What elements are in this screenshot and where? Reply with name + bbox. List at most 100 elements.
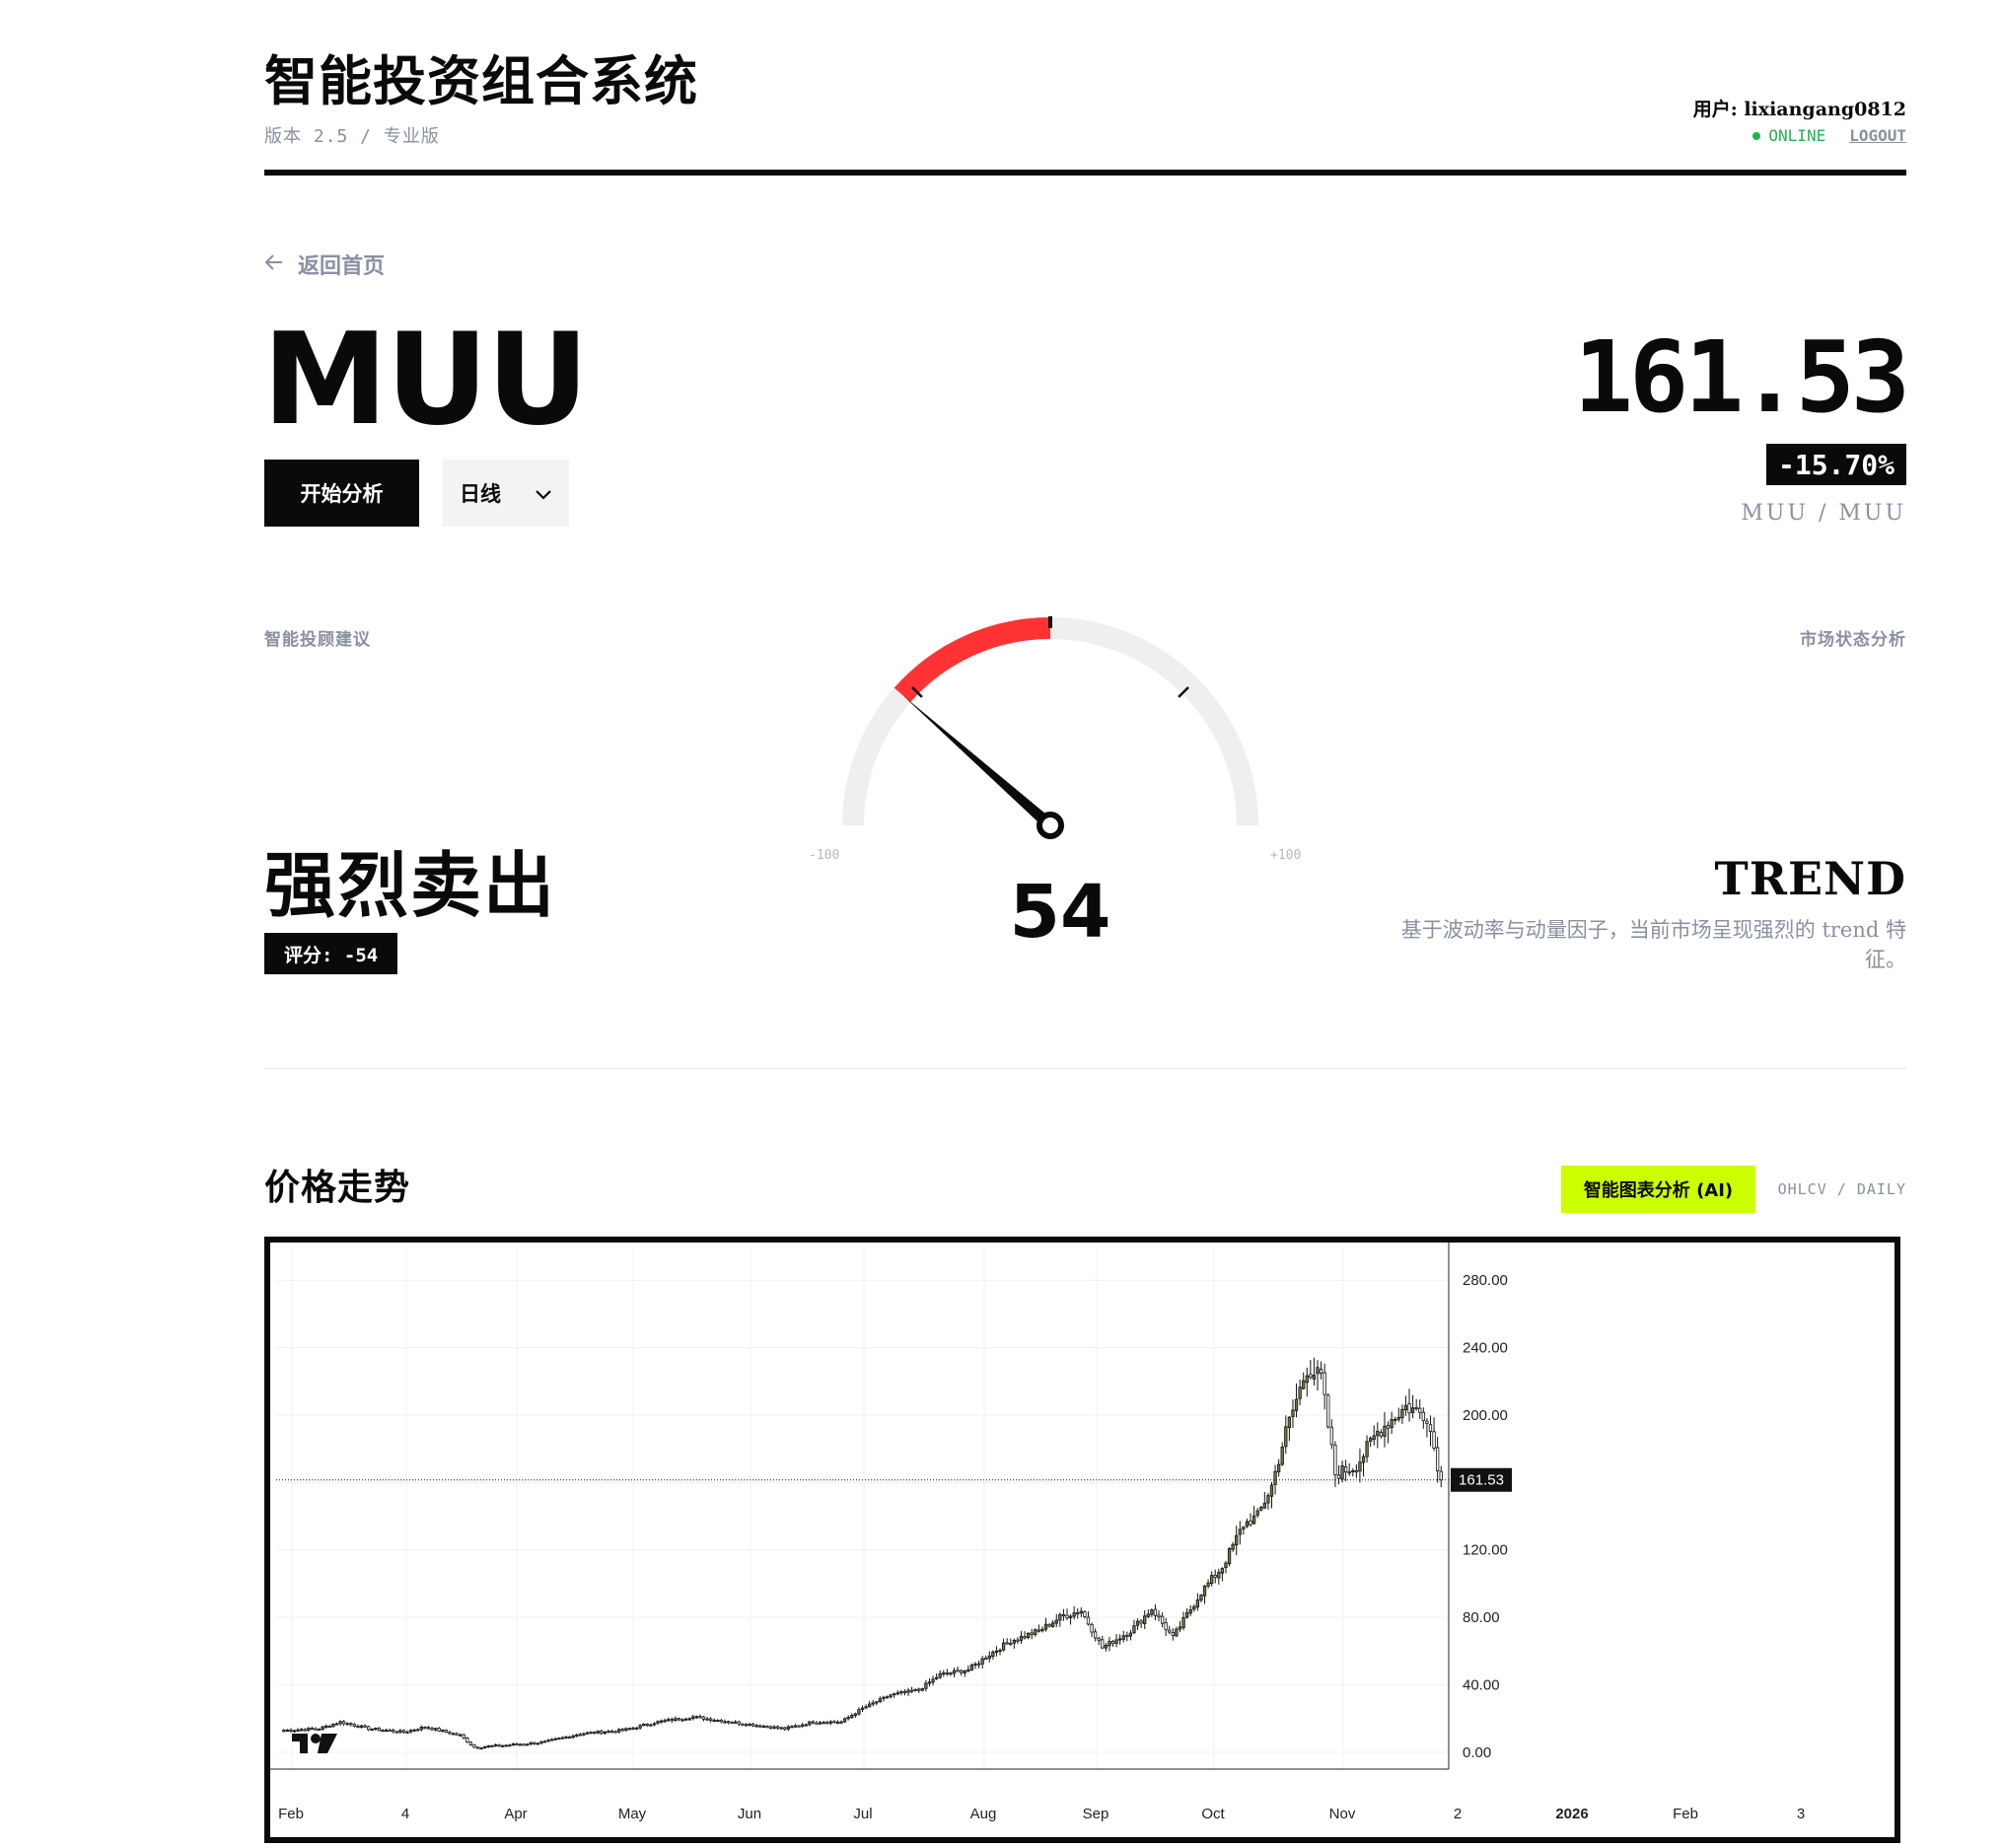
interval-select-value: 日线 [460, 481, 501, 506]
candle [1354, 1470, 1359, 1473]
candle [677, 1718, 681, 1721]
candle [398, 1730, 402, 1733]
y-tick-label: 200.00 [1463, 1407, 1508, 1424]
candle [1072, 1612, 1076, 1617]
candle [828, 1721, 832, 1724]
candle [525, 1743, 530, 1746]
candle [327, 1725, 331, 1728]
interval-select[interactable]: 日线 [443, 460, 569, 527]
back-home-link[interactable]: 返回首页 [264, 249, 385, 280]
ai-chart-analysis-button[interactable]: 智能图表分析 (AI) [1561, 1166, 1755, 1213]
candle [468, 1741, 473, 1745]
candle [1351, 1469, 1355, 1472]
candle [652, 1723, 657, 1726]
candle [765, 1726, 769, 1729]
candle [694, 1716, 699, 1719]
candle [292, 1730, 297, 1733]
candle [868, 1703, 872, 1708]
candle [818, 1722, 822, 1725]
candle [374, 1728, 378, 1731]
candle [768, 1726, 773, 1729]
candle [441, 1730, 445, 1733]
candle [683, 1718, 688, 1721]
candle [1125, 1634, 1129, 1637]
candle [1269, 1484, 1274, 1497]
candle [1410, 1407, 1415, 1413]
x-tick-label: Jul [853, 1806, 872, 1822]
candle [1146, 1613, 1150, 1617]
candle [1188, 1609, 1192, 1614]
candle [864, 1706, 868, 1709]
candle [1376, 1431, 1380, 1437]
candle [663, 1720, 667, 1723]
candle [998, 1650, 1002, 1653]
candle [1023, 1636, 1027, 1639]
candle [366, 1726, 371, 1731]
gauge-fill [894, 617, 1051, 703]
x-tick-label: Jun [738, 1806, 761, 1822]
candle [289, 1729, 293, 1732]
candle [314, 1728, 318, 1731]
x-tick-label: 4 [401, 1806, 409, 1822]
candle [1418, 1407, 1422, 1413]
candle [490, 1744, 494, 1747]
candle [909, 1689, 914, 1692]
candle [377, 1728, 382, 1732]
candle [1076, 1611, 1080, 1614]
user-label: 用户: lixiangang0812 [1692, 99, 1906, 120]
candle [638, 1725, 642, 1729]
candle [1121, 1635, 1125, 1640]
gauge-hub [1037, 812, 1064, 839]
candle [719, 1720, 724, 1723]
candle [920, 1688, 924, 1691]
candle [1403, 1404, 1408, 1411]
candle [853, 1713, 857, 1717]
candle [1280, 1447, 1284, 1465]
candle [987, 1655, 991, 1659]
candle [592, 1732, 597, 1735]
candle [1235, 1534, 1239, 1546]
candle [642, 1724, 646, 1727]
candle [976, 1663, 981, 1666]
candle [444, 1730, 449, 1733]
candle [550, 1739, 554, 1741]
candle [1213, 1574, 1217, 1578]
candle [1361, 1456, 1366, 1463]
logout-link[interactable]: LOGOUT [1849, 126, 1906, 145]
candle [1220, 1568, 1225, 1574]
candle [878, 1698, 883, 1702]
candle [345, 1723, 349, 1726]
online-status-text: ONLINE [1768, 126, 1826, 145]
price-chart[interactable]: 280.00240.00200.00160.00120.0080.0040.00… [264, 1237, 1900, 1843]
candle [963, 1670, 966, 1673]
candle [1093, 1631, 1098, 1639]
candle [1079, 1610, 1083, 1614]
candle [1329, 1426, 1333, 1446]
candle [529, 1741, 533, 1745]
candle [1202, 1585, 1207, 1597]
candle [969, 1665, 974, 1670]
x-tick-label: Aug [970, 1806, 997, 1822]
chart-section-title: 价格走势 [264, 1167, 411, 1208]
candle [1326, 1394, 1330, 1428]
candle [416, 1729, 420, 1732]
candle [934, 1676, 939, 1679]
candle [670, 1719, 674, 1722]
candle [1316, 1367, 1320, 1375]
candle [307, 1728, 311, 1732]
candle [1153, 1608, 1158, 1616]
back-home-label: 返回首页 [298, 253, 386, 279]
start-analysis-button[interactable]: 开始分析 [264, 460, 419, 527]
candle [945, 1672, 950, 1675]
x-tick-label: 2 [1454, 1806, 1462, 1822]
chart-mode-label: OHLCV / DAILY [1777, 1180, 1906, 1198]
candle [603, 1732, 607, 1735]
candlestick-chart[interactable]: 280.00240.00200.00160.00120.0080.0040.00… [270, 1243, 1895, 1837]
candle [607, 1731, 610, 1734]
market-state: TREND [1714, 852, 1906, 905]
candle [1104, 1645, 1108, 1649]
candle [1001, 1642, 1006, 1651]
candle [433, 1728, 438, 1731]
candle [560, 1737, 565, 1740]
candle [691, 1716, 695, 1720]
